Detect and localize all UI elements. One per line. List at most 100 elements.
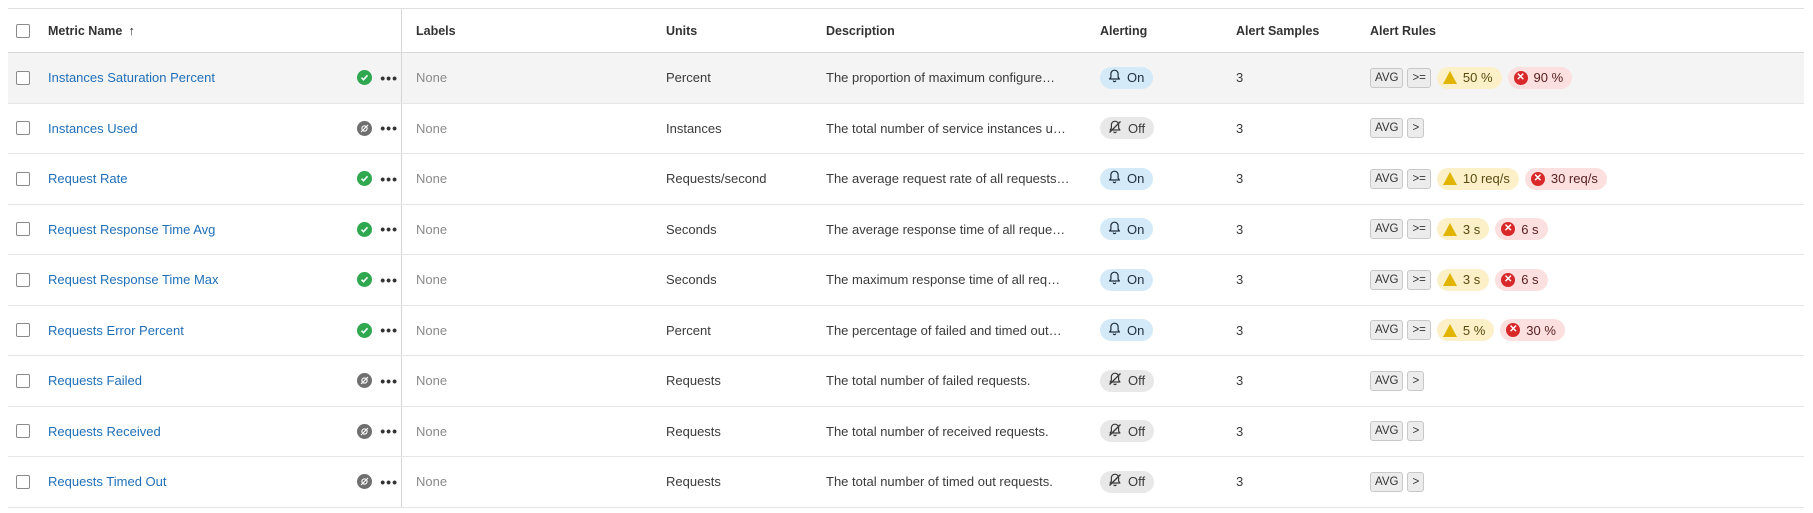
critical-icon: ✕ bbox=[1530, 171, 1545, 186]
alert-rules-cell: AVG > bbox=[1370, 457, 1425, 507]
status-enabled-icon bbox=[357, 221, 373, 237]
table-row[interactable]: Instances Saturation Percent ••• None Perce… bbox=[8, 53, 1804, 104]
description-cell: The average response time of all reque… bbox=[826, 205, 1076, 255]
alerting-label: On bbox=[1127, 70, 1145, 86]
more-options-icon[interactable]: ••• bbox=[380, 475, 398, 489]
labels-value: None bbox=[416, 70, 448, 86]
more-options-icon[interactable]: ••• bbox=[380, 424, 398, 438]
alerting-off-badge[interactable]: Off bbox=[1100, 470, 1155, 493]
alert-samples-cell: 3 bbox=[1236, 306, 1243, 356]
table-row[interactable]: Instances Used ••• None Instances The total … bbox=[8, 103, 1804, 154]
more-options-icon[interactable]: ••• bbox=[380, 172, 398, 186]
units-cell: Seconds bbox=[666, 205, 717, 255]
alerting-label: On bbox=[1127, 171, 1145, 187]
more-options-icon[interactable]: ••• bbox=[380, 121, 398, 135]
metric-name-link[interactable]: Requests Timed Out bbox=[48, 474, 167, 489]
row-select-cell bbox=[16, 205, 40, 255]
row-select-cell bbox=[16, 154, 40, 204]
description-value: The total number of service instances u… bbox=[826, 120, 1066, 136]
metric-name-cell: Requests Received ••• bbox=[48, 407, 410, 457]
units-cell: Seconds bbox=[666, 255, 717, 305]
metric-row-actions: ••• bbox=[357, 154, 398, 204]
labels-cell: None bbox=[416, 356, 447, 406]
bell-off-icon bbox=[1108, 120, 1122, 137]
row-checkbox[interactable] bbox=[16, 373, 30, 388]
metric-name-link[interactable]: Instances Used bbox=[48, 121, 138, 136]
metric-name-link[interactable]: Request Response Time Max bbox=[48, 272, 219, 287]
table-row[interactable]: Requests Received ••• None Requests The tota… bbox=[8, 406, 1804, 457]
select-all-checkbox[interactable] bbox=[16, 23, 30, 38]
alert-samples-cell: 3 bbox=[1236, 53, 1243, 103]
row-checkbox[interactable] bbox=[16, 323, 30, 338]
alerting-on-badge[interactable]: On bbox=[1100, 319, 1154, 342]
metric-name-link[interactable]: Requests Error Percent bbox=[48, 323, 184, 338]
alerting-on-badge[interactable]: On bbox=[1100, 268, 1154, 291]
table-row[interactable]: Request Response Time Max ••• None Seconds T… bbox=[8, 255, 1804, 306]
more-options-icon[interactable]: ••• bbox=[380, 374, 398, 388]
units-value: Requests bbox=[666, 423, 721, 439]
column-header-metric-name[interactable]: Metric Name ↑ bbox=[48, 9, 410, 52]
warning-icon bbox=[1442, 222, 1457, 236]
labels-value: None bbox=[416, 171, 448, 187]
metric-name-link[interactable]: Instances Saturation Percent bbox=[48, 70, 215, 85]
alert-rules-cell: AVG >= 3 s ✕ 6 s bbox=[1370, 205, 1548, 255]
units-cell: Requests/second bbox=[666, 154, 766, 204]
metric-name-link[interactable]: Request Response Time Avg bbox=[48, 222, 215, 237]
warning-threshold-chip: 5 % bbox=[1436, 319, 1495, 342]
metric-name-link[interactable]: Request Rate bbox=[48, 171, 128, 186]
critical-threshold-value: 6 s bbox=[1521, 221, 1539, 237]
row-checkbox[interactable] bbox=[16, 70, 30, 85]
critical-icon: ✕ bbox=[1513, 70, 1528, 85]
alerting-cell: On bbox=[1100, 53, 1154, 103]
labels-value: None bbox=[416, 423, 448, 439]
labels-value: None bbox=[416, 373, 448, 389]
alerting-off-badge[interactable]: Off bbox=[1100, 420, 1155, 443]
alerting-cell: Off bbox=[1100, 356, 1155, 406]
warning-icon bbox=[1442, 172, 1457, 186]
alert-samples-value: 3 bbox=[1236, 221, 1244, 237]
warning-threshold-chip: 3 s bbox=[1436, 218, 1490, 241]
row-checkbox[interactable] bbox=[16, 424, 30, 439]
sort-ascending-icon[interactable]: ↑ bbox=[128, 23, 135, 38]
alert-samples-value: 3 bbox=[1236, 373, 1244, 389]
rule-aggregation-tag: AVG bbox=[1370, 269, 1404, 290]
more-options-icon[interactable]: ••• bbox=[380, 323, 398, 337]
alert-rules-cell: AVG >= 10 req/s ✕ 30 req/s bbox=[1370, 154, 1607, 204]
more-options-icon[interactable]: ••• bbox=[380, 222, 398, 236]
units-value: Instances bbox=[666, 120, 722, 136]
table-row[interactable]: Request Rate ••• None Requests/second The av… bbox=[8, 154, 1804, 205]
alerting-off-badge[interactable]: Off bbox=[1100, 369, 1155, 392]
row-checkbox[interactable] bbox=[16, 121, 30, 136]
rule-aggregation-tag: AVG bbox=[1370, 370, 1404, 391]
labels-value: None bbox=[416, 120, 448, 136]
alerting-on-badge[interactable]: On bbox=[1100, 167, 1154, 190]
more-options-icon[interactable]: ••• bbox=[380, 273, 398, 287]
row-checkbox[interactable] bbox=[16, 272, 30, 287]
critical-threshold-chip: ✕ 30 % bbox=[1500, 319, 1565, 342]
table-row[interactable]: Requests Error Percent ••• None Percent The … bbox=[8, 305, 1804, 356]
row-checkbox[interactable] bbox=[16, 222, 30, 237]
row-checkbox[interactable] bbox=[16, 474, 30, 489]
critical-threshold-value: 30 % bbox=[1526, 322, 1556, 338]
metric-name-cell: Requests Timed Out ••• bbox=[48, 457, 410, 507]
bell-off-icon bbox=[1108, 473, 1122, 490]
more-options-icon[interactable]: ••• bbox=[380, 71, 398, 85]
alerting-off-badge[interactable]: Off bbox=[1100, 117, 1155, 140]
rule-aggregation-tag: AVG bbox=[1370, 118, 1404, 139]
metric-name-link[interactable]: Requests Failed bbox=[48, 373, 142, 388]
rule-aggregation-tag: AVG bbox=[1370, 471, 1404, 492]
bell-icon bbox=[1108, 170, 1121, 187]
labels-cell: None bbox=[416, 154, 447, 204]
rule-operator-tag: >= bbox=[1407, 67, 1431, 88]
column-divider[interactable] bbox=[401, 9, 402, 52]
table-row[interactable]: Request Response Time Avg ••• None Seconds T… bbox=[8, 204, 1804, 255]
metric-name-link[interactable]: Requests Received bbox=[48, 424, 161, 439]
table-row[interactable]: Requests Failed ••• None Requests The total … bbox=[8, 356, 1804, 407]
alerting-on-badge[interactable]: On bbox=[1100, 218, 1154, 241]
bell-off-icon bbox=[1108, 372, 1122, 389]
row-checkbox[interactable] bbox=[16, 171, 30, 186]
column-header-units: Units bbox=[666, 9, 697, 52]
table-row[interactable]: Requests Timed Out ••• None Requests The tot… bbox=[8, 457, 1804, 508]
alerting-on-badge[interactable]: On bbox=[1100, 66, 1154, 89]
description-cell: The total number of timed out requests. bbox=[826, 457, 1076, 507]
